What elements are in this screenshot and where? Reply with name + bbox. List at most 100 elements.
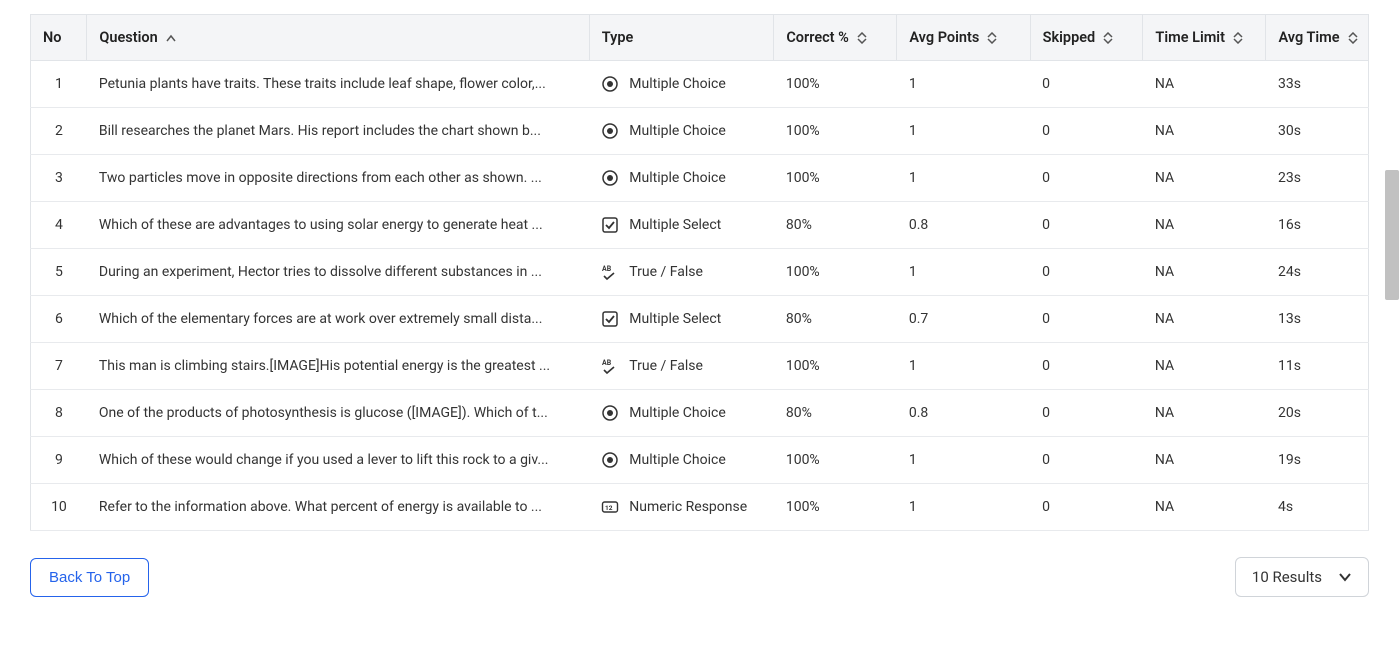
footer-row: Back To Top 10 Results <box>30 557 1369 617</box>
cell-avg-points: 0.7 <box>897 296 1030 343</box>
checkbox-icon <box>601 216 619 234</box>
cell-correct: 80% <box>774 390 897 437</box>
cell-time-limit: NA <box>1143 108 1266 155</box>
header-correct[interactable]: Correct % <box>774 15 897 61</box>
table-row[interactable]: 3Two particles move in opposite directio… <box>31 155 1369 202</box>
results-dropdown[interactable]: 10 Results <box>1235 557 1369 597</box>
header-no[interactable]: No <box>31 15 87 61</box>
sort-asc-icon <box>166 29 176 46</box>
cell-question: This man is climbing stairs.[IMAGE]His p… <box>87 343 589 390</box>
cell-correct: 80% <box>774 202 897 249</box>
table-row[interactable]: 1Petunia plants have traits. These trait… <box>31 61 1369 108</box>
sort-icon <box>1103 32 1113 44</box>
cell-question: Which of the elementary forces are at wo… <box>87 296 589 343</box>
checkbox-icon <box>601 310 619 328</box>
cell-avg-points: 1 <box>897 437 1030 484</box>
table-row[interactable]: 8One of the products of photosynthesis i… <box>31 390 1369 437</box>
cell-question: Bill researches the planet Mars. His rep… <box>87 108 589 155</box>
cell-type: Multiple Choice <box>589 155 774 202</box>
sort-icon <box>1233 32 1243 44</box>
cell-avg-time: 24s <box>1266 249 1369 296</box>
cell-question: Which of these would change if you used … <box>87 437 589 484</box>
numeric-icon: 12 <box>601 498 619 516</box>
cell-time-limit: NA <box>1143 437 1266 484</box>
cell-skipped: 0 <box>1030 249 1143 296</box>
cell-skipped: 0 <box>1030 437 1143 484</box>
cell-avg-points: 1 <box>897 108 1030 155</box>
cell-avg-time: 13s <box>1266 296 1369 343</box>
chevron-down-icon <box>1338 572 1352 582</box>
cell-no: 1 <box>31 61 87 108</box>
svg-text:AB: AB <box>602 265 612 273</box>
table-row[interactable]: 4Which of these are advantages to using … <box>31 202 1369 249</box>
scrollbar-thumb[interactable] <box>1385 170 1399 300</box>
cell-type: Multiple Select <box>589 202 774 249</box>
radio-icon <box>601 451 619 469</box>
svg-text:AB: AB <box>602 359 612 367</box>
cell-correct: 100% <box>774 249 897 296</box>
cell-avg-time: 20s <box>1266 390 1369 437</box>
cell-type: Multiple Select <box>589 296 774 343</box>
cell-time-limit: NA <box>1143 61 1266 108</box>
radio-icon <box>601 404 619 422</box>
cell-no: 3 <box>31 155 87 202</box>
cell-avg-time: 4s <box>1266 484 1369 531</box>
cell-skipped: 0 <box>1030 484 1143 531</box>
cell-correct: 100% <box>774 437 897 484</box>
cell-avg-time: 33s <box>1266 61 1369 108</box>
table-header-row: No Question Type Correct % <box>31 15 1369 61</box>
table-row[interactable]: 6Which of the elementary forces are at w… <box>31 296 1369 343</box>
cell-no: 7 <box>31 343 87 390</box>
header-avg-points[interactable]: Avg Points <box>897 15 1030 61</box>
true-false-icon: AB <box>601 263 619 281</box>
table-row[interactable]: 10Refer to the information above. What p… <box>31 484 1369 531</box>
cell-no: 5 <box>31 249 87 296</box>
table-row[interactable]: 2Bill researches the planet Mars. His re… <box>31 108 1369 155</box>
table-row[interactable]: 9Which of these would change if you used… <box>31 437 1369 484</box>
header-avg-time[interactable]: Avg Time <box>1266 15 1369 61</box>
cell-no: 6 <box>31 296 87 343</box>
cell-type: Multiple Choice <box>589 437 774 484</box>
cell-skipped: 0 <box>1030 108 1143 155</box>
cell-time-limit: NA <box>1143 484 1266 531</box>
cell-no: 9 <box>31 437 87 484</box>
cell-avg-points: 1 <box>897 343 1030 390</box>
cell-skipped: 0 <box>1030 343 1143 390</box>
cell-avg-points: 0.8 <box>897 202 1030 249</box>
cell-avg-time: 30s <box>1266 108 1369 155</box>
cell-avg-points: 1 <box>897 61 1030 108</box>
cell-no: 10 <box>31 484 87 531</box>
cell-time-limit: NA <box>1143 249 1266 296</box>
cell-type: AB True / False <box>589 249 774 296</box>
sort-icon <box>987 32 997 44</box>
cell-type: Multiple Choice <box>589 61 774 108</box>
cell-correct: 100% <box>774 155 897 202</box>
cell-question: Petunia plants have traits. These traits… <box>87 61 589 108</box>
cell-type: AB True / False <box>589 343 774 390</box>
cell-correct: 100% <box>774 343 897 390</box>
header-type[interactable]: Type <box>589 15 774 61</box>
radio-icon <box>601 122 619 140</box>
cell-avg-time: 11s <box>1266 343 1369 390</box>
cell-no: 2 <box>31 108 87 155</box>
radio-icon <box>601 75 619 93</box>
cell-no: 8 <box>31 390 87 437</box>
table-row[interactable]: 5During an experiment, Hector tries to d… <box>31 249 1369 296</box>
cell-avg-time: 19s <box>1266 437 1369 484</box>
cell-skipped: 0 <box>1030 202 1143 249</box>
cell-avg-time: 16s <box>1266 202 1369 249</box>
true-false-icon: AB <box>601 357 619 375</box>
cell-avg-points: 1 <box>897 484 1030 531</box>
cell-skipped: 0 <box>1030 155 1143 202</box>
header-time-limit[interactable]: Time Limit <box>1143 15 1266 61</box>
cell-avg-time: 23s <box>1266 155 1369 202</box>
cell-time-limit: NA <box>1143 390 1266 437</box>
cell-skipped: 0 <box>1030 296 1143 343</box>
header-question[interactable]: Question <box>87 15 589 61</box>
cell-time-limit: NA <box>1143 155 1266 202</box>
header-skipped[interactable]: Skipped <box>1030 15 1143 61</box>
cell-no: 4 <box>31 202 87 249</box>
radio-icon <box>601 169 619 187</box>
back-to-top-button[interactable]: Back To Top <box>30 558 149 597</box>
table-row[interactable]: 7This man is climbing stairs.[IMAGE]His … <box>31 343 1369 390</box>
